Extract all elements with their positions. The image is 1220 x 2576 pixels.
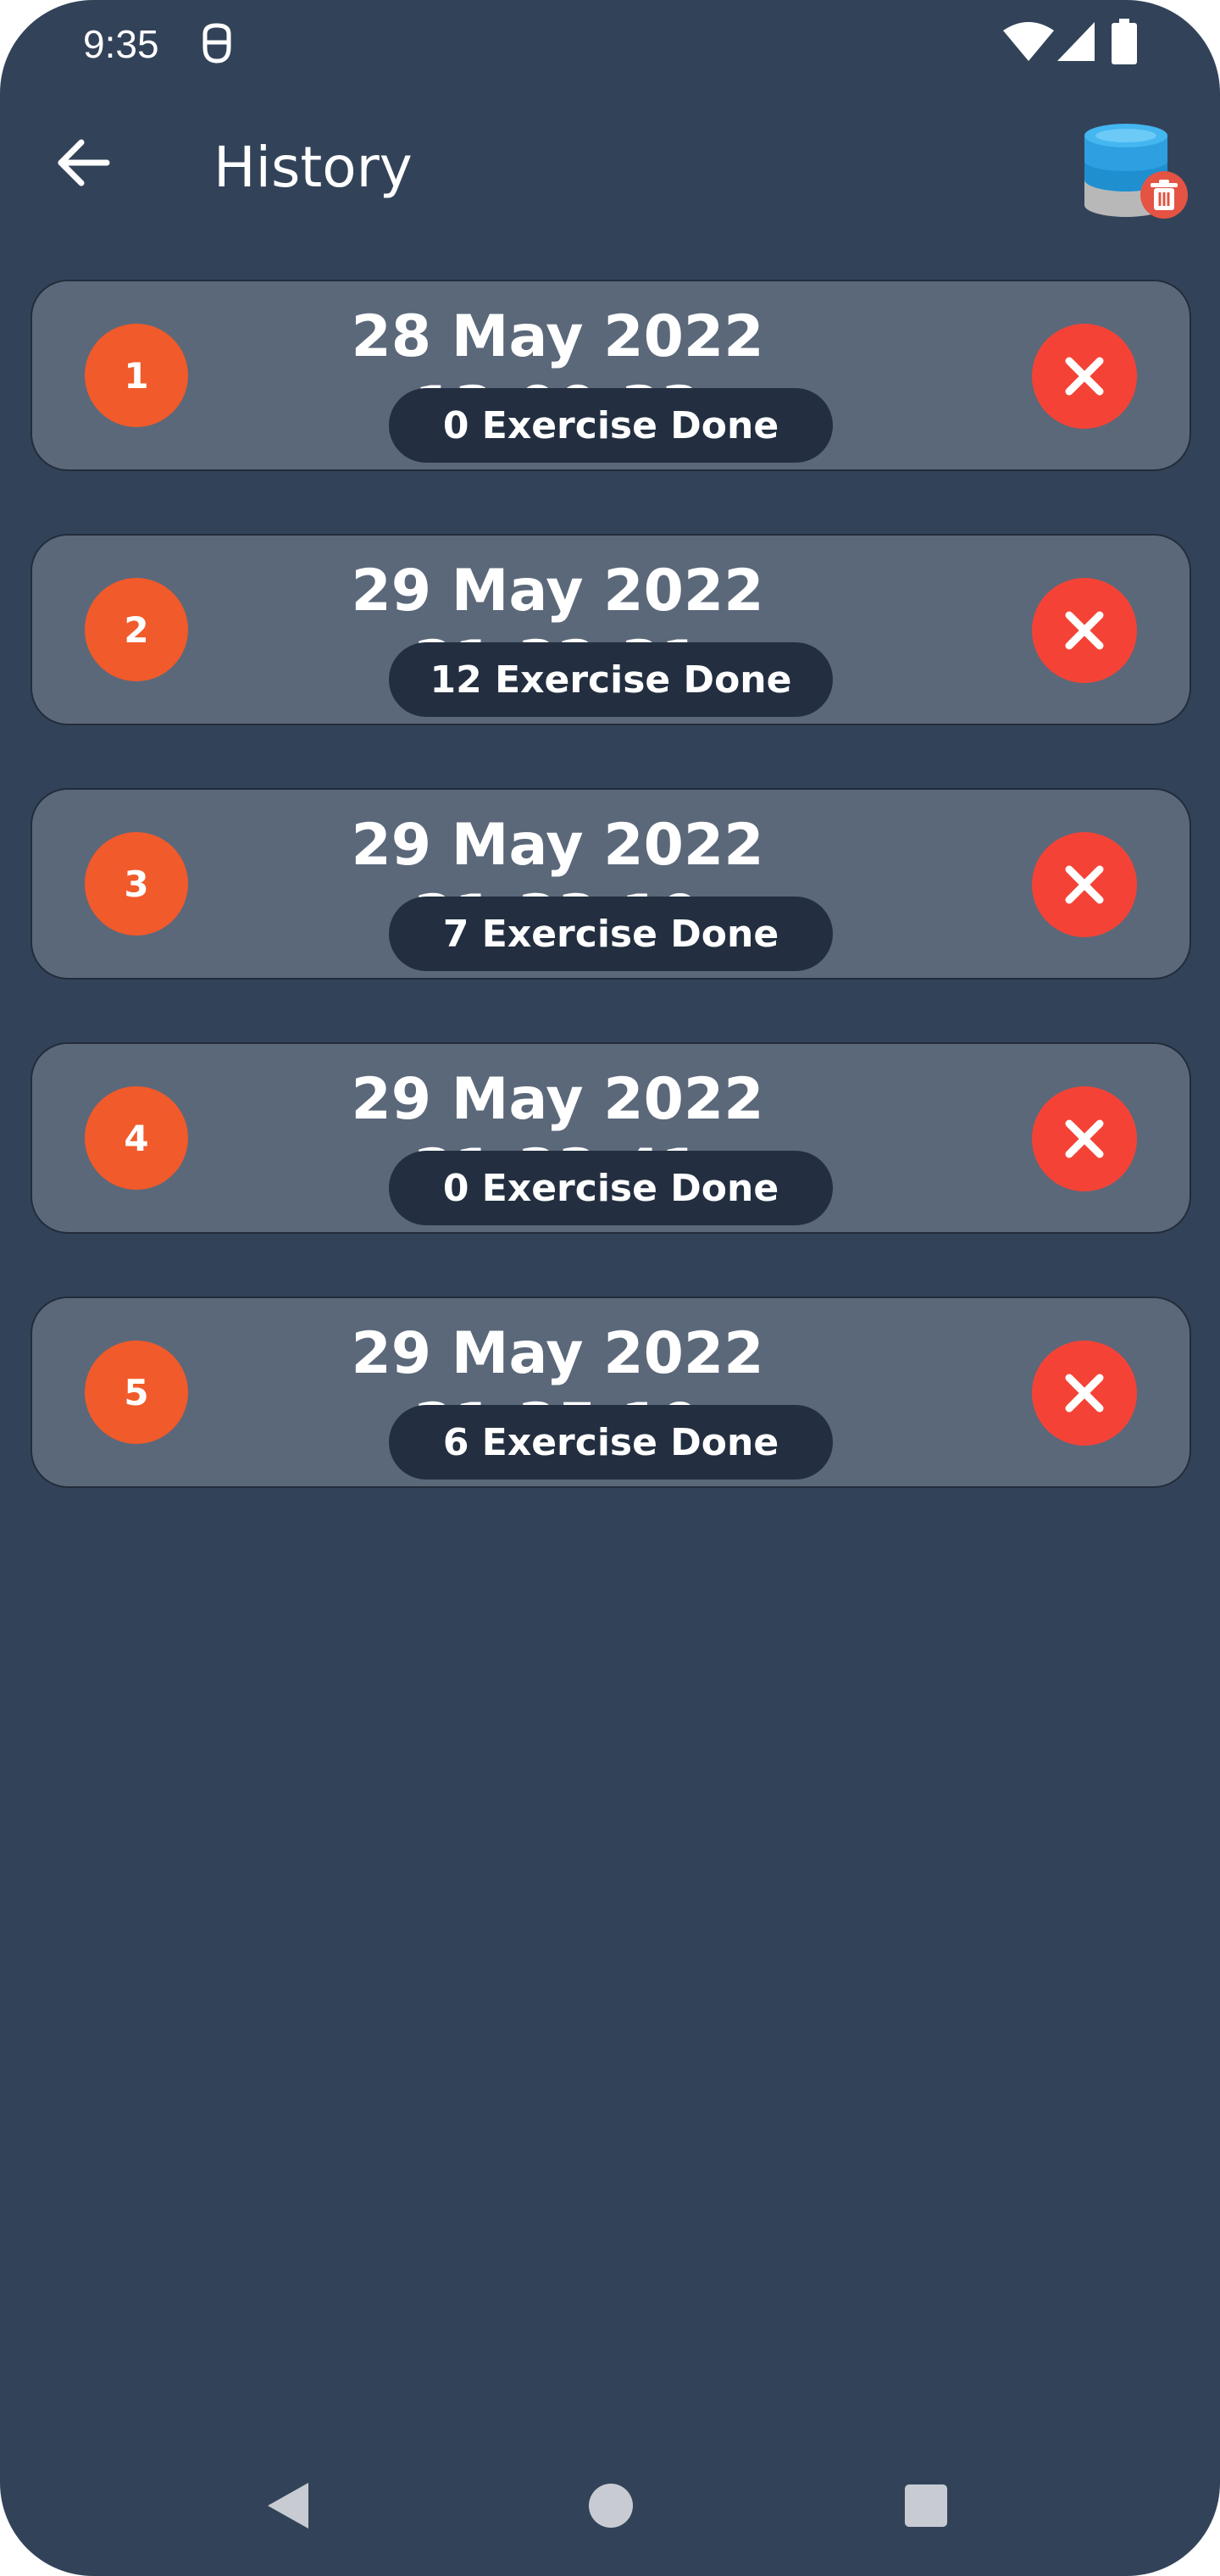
item-number-badge: 2 xyxy=(85,578,188,681)
database-delete-icon xyxy=(1084,124,1188,219)
delete-item-button[interactable] xyxy=(1032,1341,1137,1446)
exercise-count-pill: 7 Exercise Done xyxy=(389,897,833,971)
signal-icon xyxy=(1057,22,1095,66)
item-number-badge: 3 xyxy=(85,832,188,935)
nav-recents-button[interactable] xyxy=(896,2476,956,2535)
history-item[interactable]: 2 29 May 2022 21:32:31 12 Exercise Done xyxy=(30,534,1191,725)
delete-item-button[interactable] xyxy=(1032,832,1137,937)
exercise-count-pill: 12 Exercise Done xyxy=(389,642,833,717)
exercise-count-pill: 0 Exercise Done xyxy=(389,388,833,463)
status-time: 9:35 xyxy=(83,22,159,66)
history-item[interactable]: 4 29 May 2022 21:33:41 0 Exercise Done xyxy=(30,1042,1191,1234)
recents-square-icon xyxy=(905,2484,947,2527)
delete-item-button[interactable] xyxy=(1032,324,1137,429)
history-item[interactable]: 5 29 May 2022 21:35:19 6 Exercise Done xyxy=(30,1296,1191,1488)
system-nav-bar xyxy=(0,2457,1220,2551)
exercise-count-pill: 6 Exercise Done xyxy=(389,1405,833,1480)
close-icon xyxy=(1065,357,1104,396)
close-icon xyxy=(1065,611,1104,650)
battery-icon xyxy=(1112,19,1137,68)
item-number-badge: 4 xyxy=(85,1086,188,1190)
close-icon xyxy=(1065,1374,1104,1413)
delete-all-history-button[interactable] xyxy=(1076,107,1195,225)
status-bar: 9:35 xyxy=(0,0,1220,85)
exercise-count-pill: 0 Exercise Done xyxy=(389,1151,833,1225)
nav-home-button[interactable] xyxy=(581,2476,640,2535)
close-icon xyxy=(1065,865,1104,904)
nav-back-button[interactable] xyxy=(259,2476,319,2535)
history-list: 1 28 May 2022 13:00:33 0 Exercise Done 2… xyxy=(30,280,1191,1551)
history-item[interactable]: 3 29 May 2022 21:33:19 7 Exercise Done xyxy=(30,788,1191,980)
notification-icon xyxy=(200,22,234,68)
history-item[interactable]: 1 28 May 2022 13:00:33 0 Exercise Done xyxy=(30,280,1191,471)
back-triangle-icon xyxy=(268,2483,308,2529)
item-number-badge: 1 xyxy=(85,324,188,427)
phone-screen: 9:35 History 1 28 May 2022 0 Exercise Do… xyxy=(0,0,1220,2576)
item-number-badge: 5 xyxy=(85,1341,188,1444)
arrow-left-icon xyxy=(58,139,110,186)
delete-item-button[interactable] xyxy=(1032,1086,1137,1191)
close-icon xyxy=(1065,1119,1104,1158)
home-circle-icon xyxy=(589,2484,633,2528)
wifi-icon xyxy=(1003,22,1054,66)
back-button[interactable] xyxy=(47,127,119,198)
page-title: History xyxy=(214,135,413,200)
delete-item-button[interactable] xyxy=(1032,578,1137,683)
